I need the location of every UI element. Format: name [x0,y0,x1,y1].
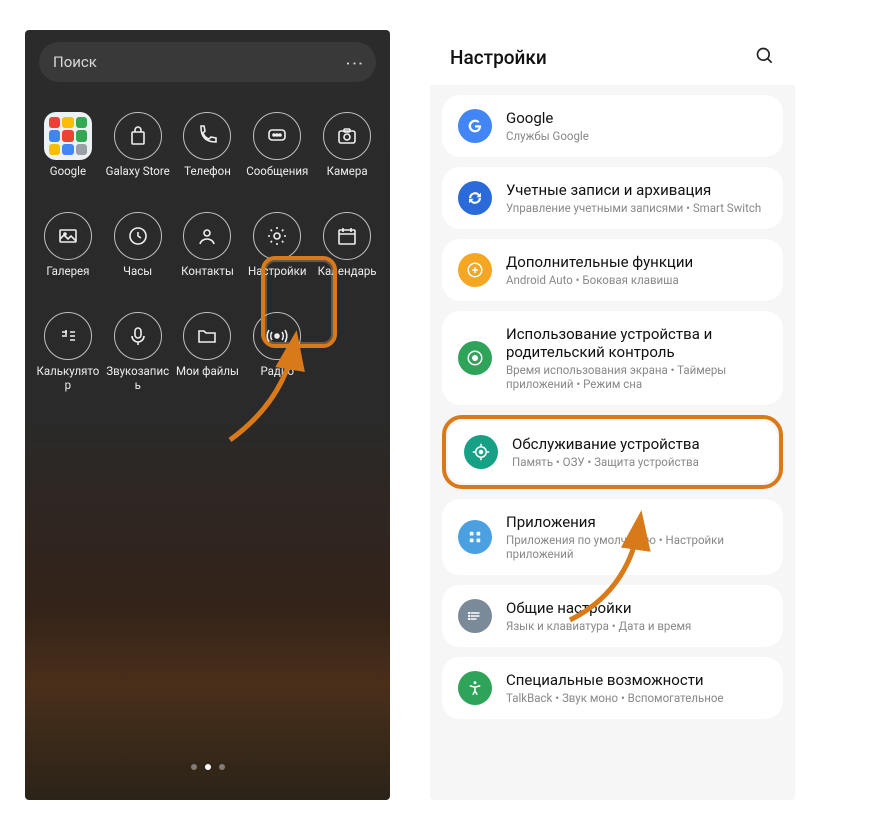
search-placeholder: Поиск [53,53,97,71]
folder-icon [44,112,92,160]
settings-item-title: Использование устройства и родительский … [506,325,767,361]
settings-item-subtitle: Управление учетными записями • Smart Swi… [506,201,761,215]
settings-item-text: Приложения Приложения по умолчанию • Наст… [506,513,767,561]
page-dot[interactable] [219,764,225,770]
plus-icon [458,253,492,287]
settings-item-text: Учетные записи и архивация Управление уче… [506,181,761,215]
files-icon [183,312,231,360]
settings-item-plus[interactable]: Дополнительные функции Android Auto • Бок… [442,239,783,301]
app-contacts[interactable]: Контакты [173,212,243,278]
settings-item-title: Общие настройки [506,599,691,617]
more-icon[interactable]: ⋮ [344,54,365,70]
settings-item-subtitle: Службы Google [506,129,589,143]
settings-item-care[interactable]: Обслуживание устройства Память • ОЗУ • За… [448,421,777,483]
settings-item-title: Дополнительные функции [506,253,693,271]
settings-item-text: Общие настройки Язык и клавиатура • Дата … [506,599,691,633]
app-label: Камера [327,165,368,178]
settings-item-text: Обслуживание устройства Память • ОЗУ • За… [512,435,700,469]
app-label: Сообщения [246,165,308,178]
accessibility-icon [458,671,492,705]
app-mic[interactable]: Звукозапись [103,312,173,391]
settings-item-text: Специальные возможности TalkBack • Звук м… [506,671,724,705]
settings-item-subtitle: Приложения по умолчанию • Настройки прил… [506,533,767,561]
app-grid: Google Galaxy Store Телефон Сообщения Камера… [25,82,390,392]
app-label: Galaxy Store [106,165,170,178]
app-label: Галерея [46,265,89,278]
settings-item-google[interactable]: Google Службы Google [442,95,783,157]
contacts-icon [183,212,231,260]
google-icon [458,109,492,143]
sync-icon [458,181,492,215]
app-messages[interactable]: Сообщения [242,112,312,178]
app-label: Контакты [181,265,234,278]
app-camera[interactable]: Камера [312,112,382,178]
settings-item-subtitle: TalkBack • Звук моно • Вспомогательное [506,691,724,705]
settings-item-title: Google [506,109,589,127]
settings-item-subtitle: Android Auto • Боковая клавиша [506,273,693,287]
wellbeing-icon [458,341,492,375]
settings-list: Google Службы Google Учетные записи и архи… [430,85,795,729]
app-label: Мои файлы [176,365,239,378]
settings-item-general[interactable]: Общие настройки Язык и клавиатура • Дата … [442,585,783,647]
app-label: Радио [260,365,294,378]
app-files[interactable]: Мои файлы [173,312,243,391]
calendar-icon [323,212,371,260]
app-clock[interactable]: Часы [103,212,173,278]
search-bar[interactable]: Поиск ⋮ [39,42,376,82]
settings-item-subtitle: Память • ОЗУ • Защита устройства [512,455,700,469]
calculator-icon [44,312,92,360]
settings-item-subtitle: Язык и клавиатура • Дата и время [506,619,691,633]
app-shopping[interactable]: Galaxy Store [103,112,173,178]
settings-title: Настройки [450,46,547,69]
app-label: Часы [123,265,152,278]
care-icon [464,435,498,469]
page-dot[interactable] [205,764,211,770]
settings-item-title: Обслуживание устройства [512,435,700,453]
settings-header: Настройки [430,30,795,85]
settings-item-text: Google Службы Google [506,109,589,143]
settings-item-title: Приложения [506,513,767,531]
messages-icon [253,112,301,160]
general-icon [458,599,492,633]
app-folder[interactable]: Google [33,112,103,178]
app-label: Звукозапись [105,365,171,391]
app-phone[interactable]: Телефон [173,112,243,178]
settings-item-accessibility[interactable]: Специальные возможности TalkBack • Звук м… [442,657,783,719]
app-label: Google [50,165,86,178]
page-indicator [25,764,390,770]
settings-item-sync[interactable]: Учетные записи и архивация Управление уче… [442,167,783,229]
device-care-highlight: Обслуживание устройства Память • ОЗУ • За… [442,415,783,489]
settings-screen: Настройки Google Службы Google Учетные зап… [430,30,795,800]
clock-icon [114,212,162,260]
settings-item-text: Дополнительные функции Android Auto • Бок… [506,253,693,287]
shopping-icon [114,112,162,160]
apps-icon [458,520,492,554]
settings-item-wellbeing[interactable]: Использование устройства и родительский … [442,311,783,405]
app-label: Телефон [184,165,231,178]
settings-item-subtitle: Время использования экрана • Таймеры при… [506,363,767,391]
phone-icon [183,112,231,160]
settings-item-text: Использование устройства и родительский … [506,325,767,391]
settings-highlight [261,256,337,348]
app-drawer-screen: Поиск ⋮ Google Galaxy Store Телефон Сообщен… [25,30,390,800]
app-gallery[interactable]: Галерея [33,212,103,278]
app-calculator[interactable]: Калькулятор [33,312,103,391]
camera-icon [323,112,371,160]
mic-icon [114,312,162,360]
gallery-icon [44,212,92,260]
page-dot[interactable] [191,764,197,770]
settings-icon [253,212,301,260]
settings-item-apps[interactable]: Приложения Приложения по умолчанию • Наст… [442,499,783,575]
settings-item-title: Учетные записи и архивация [506,181,761,199]
search-icon[interactable] [755,46,775,70]
app-label: Калькулятор [35,365,101,391]
settings-item-title: Специальные возможности [506,671,724,689]
